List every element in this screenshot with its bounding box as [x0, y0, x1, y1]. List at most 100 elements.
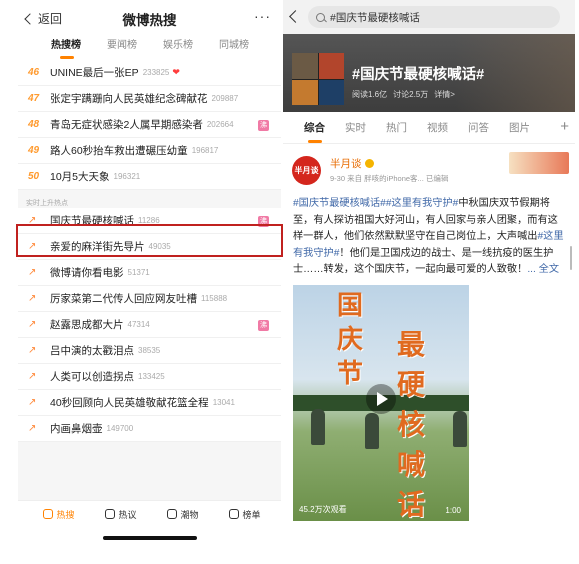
video-char: 国 — [337, 290, 364, 321]
rank-number: 49 — [28, 145, 40, 156]
video-char: 硬 — [397, 367, 426, 401]
play-icon[interactable] — [366, 383, 396, 414]
ranking-tabs: 热搜榜 要闻榜 娱乐榜 同城榜 — [18, 36, 281, 60]
details-link[interactable]: 详情> — [434, 89, 455, 100]
chevron-left-icon[interactable] — [289, 10, 302, 23]
tab-images[interactable]: 图片 — [498, 120, 539, 135]
search-input[interactable]: #国庆节最硬核喊话 — [308, 6, 560, 28]
read-count: 阅读1.6亿 — [352, 90, 388, 99]
tab-local[interactable]: 同城榜 — [206, 36, 262, 60]
bottom-nav: 热搜 热议 潮物 榜单 — [18, 500, 281, 548]
item-count: 47314 — [127, 320, 150, 329]
hot-search-icon — [43, 509, 54, 519]
item-title: 40秒回顾向人民英雄敬献花篮全程 — [50, 397, 209, 409]
item-title: 青岛无症状感染2人属早期感染者 — [50, 119, 203, 131]
video-char: 节 — [337, 358, 364, 389]
heart-icon: ❤ — [172, 67, 180, 77]
item-count: 13041 — [212, 398, 235, 407]
list-item[interactable]: ↗ 国庆节最硬核喊话 11286 沸 — [18, 208, 281, 234]
page-title: 微博热搜 — [122, 13, 177, 28]
topic-banner: #国庆节最硬核喊话# 阅读1.6亿 讨论2.5万 详情> — [283, 34, 575, 112]
list-item[interactable]: ↗ 40秒回顾向人民英雄敬献花篮全程 13041 — [18, 390, 281, 416]
nav-rankings[interactable]: 榜单 — [214, 501, 276, 527]
video-char: 最 — [397, 327, 426, 361]
list-item[interactable]: ↗ 亲爱的麻洋街先导片 49035 — [18, 234, 281, 260]
list-item[interactable]: ↗ 内画鼻烟壶 149700 — [18, 416, 281, 442]
nav-trending-items[interactable]: 潮物 — [152, 501, 214, 527]
item-title: 人类可以创造拐点 — [50, 371, 134, 383]
video-player[interactable]: 国 庆 节 最 硬 核 喊 话 45.2万次观看 1:00 — [293, 284, 469, 521]
rising-arrow-icon: ↗ — [28, 241, 37, 252]
more-icon[interactable]: ··· — [254, 8, 271, 24]
add-icon[interactable]: + — [560, 118, 569, 135]
topic-thumbnail — [292, 53, 344, 105]
list-item[interactable]: 49 路人60秒抬车救出遭碾压幼童 196817 — [18, 138, 281, 164]
item-count: 133425 — [138, 372, 165, 381]
discussion-count: 讨论2.5万 — [393, 90, 429, 99]
rising-arrow-icon: ↗ — [28, 293, 37, 304]
item-count: 51371 — [127, 268, 150, 277]
list-item[interactable]: 47 张定宇蹒跚向人民英雄纪念碑献花 209887 — [18, 86, 281, 112]
hot-badge: 沸 — [258, 216, 269, 227]
search-icon — [316, 12, 325, 22]
nav-hot-search[interactable]: 热搜 — [28, 501, 90, 527]
tab-video[interactable]: 视频 — [416, 120, 457, 135]
scrollbar[interactable] — [570, 246, 572, 270]
tab-news[interactable]: 要闻榜 — [94, 36, 150, 60]
item-title: 内画鼻烟壶 — [50, 423, 103, 435]
soldier-figure — [453, 410, 467, 447]
rank-number: 46 — [28, 67, 40, 78]
rank-number: 48 — [28, 119, 40, 130]
item-title: 厉家菜第二代传人回应网友吐槽 — [50, 293, 197, 305]
tab-realtime[interactable]: 实时 — [334, 120, 375, 135]
post-meta: 9-30 来自 胖咳的iPhone客... 已编辑 — [330, 174, 449, 183]
rising-arrow-icon: ↗ — [28, 267, 37, 278]
left-header: 返回 微博热搜 ··· — [18, 0, 281, 36]
item-title: UNINE最后一张EP — [50, 67, 139, 79]
list-item[interactable]: ↗ 吕中演的太戳泪点 38535 — [18, 338, 281, 364]
topic-tag[interactable]: #国庆节最硬核喊话# — [293, 198, 386, 209]
tab-hot-search[interactable]: 热搜榜 — [38, 36, 94, 60]
item-count: 202664 — [206, 120, 234, 129]
tab-popular[interactable]: 热门 — [375, 120, 416, 135]
tab-comprehensive[interactable]: 综合 — [293, 120, 334, 143]
nav-label: 潮物 — [180, 509, 199, 520]
list-item[interactable]: 46 UNINE最后一张EP 233825 ❤ — [18, 60, 281, 86]
video-views: 45.2万次观看 — [299, 504, 347, 514]
topic-title: #国庆节最硬核喊话# — [352, 67, 485, 83]
topic-tag[interactable]: #这里有我守护# — [386, 198, 458, 209]
tab-qa[interactable]: 问答 — [457, 120, 498, 135]
list-item[interactable]: ↗ 微博请你看电影 51371 — [18, 260, 281, 286]
item-count: 233825 — [142, 68, 170, 77]
list-item[interactable]: ↗ 厉家菜第二代传人回应网友吐槽 115888 — [18, 286, 281, 312]
rising-arrow-icon: ↗ — [28, 423, 37, 434]
tab-entertainment[interactable]: 娱乐榜 — [150, 36, 206, 60]
item-count: 196817 — [191, 146, 219, 155]
vip-icon — [364, 159, 374, 168]
soldier-figure — [311, 408, 325, 445]
rising-arrow-icon: ↗ — [28, 397, 37, 408]
home-indicator[interactable] — [103, 536, 197, 540]
list-item[interactable]: ↗ 人类可以创造拐点 133425 — [18, 364, 281, 390]
video-char: 核 — [397, 407, 426, 441]
video-char: 话 — [397, 487, 426, 521]
video-caption-left: 国 庆 节 — [337, 289, 363, 391]
nav-discussion[interactable]: 热议 — [90, 501, 152, 527]
hot-badge: 沸 — [258, 320, 269, 331]
list-item[interactable]: 48 青岛无症状感染2人属早期感染者 202664 沸 — [18, 112, 281, 138]
list-item[interactable]: 50 10月5大天象 196321 — [18, 164, 281, 190]
item-title: 微博请你看电影 — [50, 267, 124, 279]
item-title: 路人60秒抬车救出遭碾压幼童 — [50, 145, 188, 157]
list-item[interactable]: ↗ 赵露思成都大片 47314 沸 — [18, 312, 281, 338]
avatar[interactable]: 半月谈 — [292, 156, 321, 185]
search-query: #国庆节最硬核喊话 — [330, 11, 420, 24]
author-name[interactable]: 半月谈 — [330, 156, 374, 171]
hot-search-panel: 返回 微博热搜 ··· 热搜榜 要闻榜 娱乐榜 同城榜 46 UNINE最后一张… — [16, 0, 283, 548]
rank-number: 47 — [28, 93, 40, 104]
item-title: 亲爱的麻洋街先导片 — [50, 241, 145, 253]
item-title: 国庆节最硬核喊话 — [50, 215, 134, 227]
post-text: #国庆节最硬核喊话##这里有我守护#中秋国庆双节假期将至，有人探访祖国大好河山，… — [293, 196, 565, 279]
rising-list: ↗ 国庆节最硬核喊话 11286 沸 ↗ 亲爱的麻洋街先导片 49035 ↗ 微… — [18, 208, 281, 442]
topic-tabs: 综合 实时 热门 视频 问答 图片 + — [283, 112, 575, 144]
read-more-link[interactable]: ... 全文 — [527, 264, 559, 275]
